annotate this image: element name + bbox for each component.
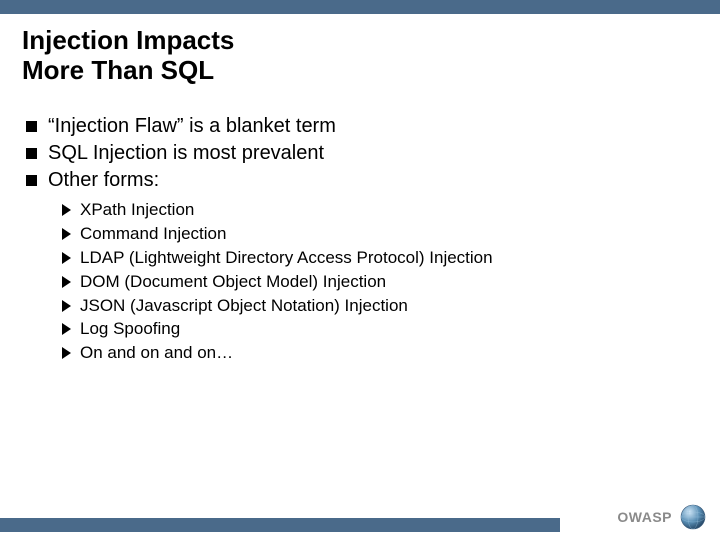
sub-bullet-text: JSON (Javascript Object Notation) Inject… bbox=[80, 296, 408, 315]
title-line-2: More Than SQL bbox=[22, 55, 214, 85]
main-bullet-list: “Injection Flaw” is a blanket term SQL I… bbox=[26, 114, 698, 193]
sub-bullet-item: JSON (Javascript Object Notation) Inject… bbox=[62, 295, 698, 318]
sub-bullet-item: XPath Injection bbox=[62, 199, 698, 222]
footer-accent-bar bbox=[0, 518, 560, 532]
sub-bullet-text: On and on and on… bbox=[80, 343, 233, 362]
bullet-text: SQL Injection is most prevalent bbox=[48, 142, 324, 164]
bullet-item: SQL Injection is most prevalent bbox=[26, 141, 698, 166]
sub-bullet-item: DOM (Document Object Model) Injection bbox=[62, 271, 698, 294]
footer-label: OWASP bbox=[617, 509, 672, 525]
owasp-globe-icon bbox=[680, 504, 706, 530]
sub-bullet-item: LDAP (Lightweight Directory Access Proto… bbox=[62, 247, 698, 270]
bullet-item: Other forms: bbox=[26, 168, 698, 193]
bullet-text: Other forms: bbox=[48, 169, 159, 191]
slide-footer: OWASP bbox=[0, 496, 720, 540]
sub-bullet-text: LDAP (Lightweight Directory Access Proto… bbox=[80, 248, 493, 267]
bullet-item: “Injection Flaw” is a blanket term bbox=[26, 114, 698, 139]
slide-title: Injection Impacts More Than SQL bbox=[22, 26, 698, 86]
sub-bullet-text: Command Injection bbox=[80, 224, 226, 243]
footer-brand: OWASP bbox=[617, 504, 706, 530]
slide-content: Injection Impacts More Than SQL “Injecti… bbox=[0, 14, 720, 365]
sub-bullet-list: XPath Injection Command Injection LDAP (… bbox=[62, 199, 698, 366]
sub-bullet-text: XPath Injection bbox=[80, 200, 194, 219]
sub-bullet-text: DOM (Document Object Model) Injection bbox=[80, 272, 386, 291]
bullet-text: “Injection Flaw” is a blanket term bbox=[48, 115, 336, 137]
sub-bullet-text: Log Spoofing bbox=[80, 319, 180, 338]
sub-bullet-item: Command Injection bbox=[62, 223, 698, 246]
sub-bullet-item: Log Spoofing bbox=[62, 318, 698, 341]
sub-bullet-item: On and on and on… bbox=[62, 342, 698, 365]
top-accent-bar bbox=[0, 0, 720, 14]
title-line-1: Injection Impacts bbox=[22, 25, 234, 55]
